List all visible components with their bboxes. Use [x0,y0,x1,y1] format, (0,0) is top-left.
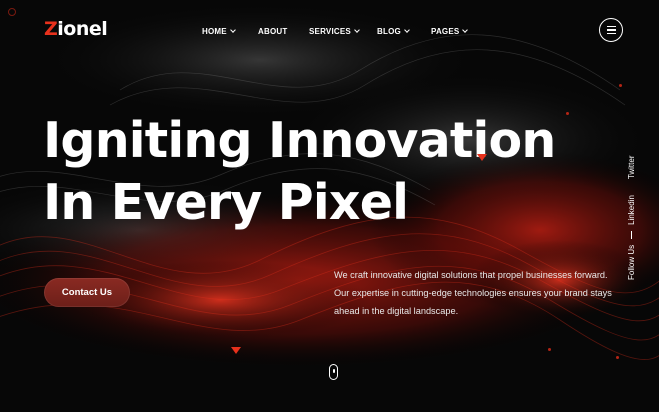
headline-line-2: In Every Pixel [43,174,409,231]
nav-item-blog[interactable]: BLOG [377,25,431,37]
chevron-down-icon [229,26,236,33]
spark-decoration [616,356,619,359]
divider [631,230,632,239]
hero-section: Zionel HOME ABOUT SERVICES BLOG PAGES Ig… [0,0,659,412]
spark-decoration [619,84,622,87]
brand-logo[interactable]: Zionel [44,18,108,40]
logo-text: ionel [57,18,108,40]
triangle-decoration [477,154,487,161]
main-nav: HOME ABOUT SERVICES BLOG PAGES [202,25,471,37]
logo-initial: Z [44,18,58,40]
hamburger-menu-icon[interactable] [599,18,623,42]
nav-item-label: BLOG [377,26,401,36]
scroll-mouse-icon[interactable] [329,364,338,380]
hero-headline: Igniting Innovation In Every Pixel [43,110,583,234]
nav-item-about[interactable]: ABOUT [258,25,309,37]
nav-item-services[interactable]: SERVICES [309,25,377,37]
corner-ring-decoration [8,8,16,16]
contact-us-button[interactable]: Contact Us [44,278,130,307]
nav-item-label: SERVICES [309,26,351,36]
hero-description: We craft innovative digital solutions th… [334,270,612,316]
nav-item-label: HOME [202,26,227,36]
spark-decoration [548,348,551,351]
headline-line-1: Igniting Innovation [43,112,556,169]
spark-decoration [566,112,569,115]
social-link-linkedin[interactable]: Linkedin [627,195,636,225]
chevron-down-icon [404,26,410,33]
chevron-down-icon [462,26,469,33]
nav-item-label: PAGES [431,26,460,36]
chevron-down-icon [354,26,360,33]
follow-us-label: Follow Us [627,244,636,280]
social-link-twitter[interactable]: Twitter [627,156,636,180]
nav-item-label: ABOUT [258,26,288,36]
nav-item-pages[interactable]: PAGES [431,25,471,37]
social-links: Follow Us Linkedin Twitter [627,140,639,281]
triangle-decoration [231,347,241,354]
nav-item-home[interactable]: HOME [202,25,258,37]
